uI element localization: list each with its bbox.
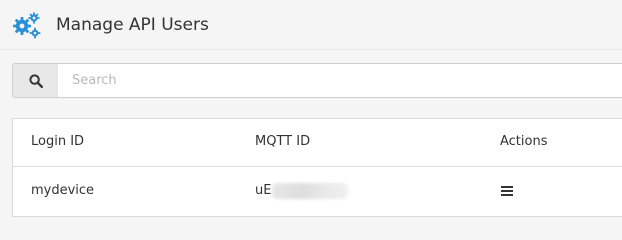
search-icon xyxy=(29,74,43,88)
table-header: Login ID MQTT ID Actions xyxy=(13,119,622,167)
search-button[interactable] xyxy=(12,63,59,98)
table-row[interactable]: mydevice uE xyxy=(13,167,622,217)
api-users-table: Login ID MQTT ID Actions mydevice uE xyxy=(12,118,622,217)
search-bar xyxy=(12,63,622,98)
column-header-actions: Actions xyxy=(500,134,548,149)
mqtt-id-cell: uE xyxy=(255,183,349,199)
page-header: Manage API Users xyxy=(0,0,622,50)
redacted-mqtt-id xyxy=(272,183,349,199)
gears-icon xyxy=(13,12,41,39)
hamburger-menu-icon[interactable] xyxy=(501,186,513,196)
column-header-mqtt-id[interactable]: MQTT ID xyxy=(255,134,310,150)
search-input[interactable] xyxy=(58,63,622,98)
page-title: Manage API Users xyxy=(56,15,209,35)
column-header-login-id[interactable]: Login ID xyxy=(31,134,84,150)
login-id-cell: mydevice xyxy=(31,183,95,198)
mqtt-id-prefix: uE xyxy=(255,183,272,198)
